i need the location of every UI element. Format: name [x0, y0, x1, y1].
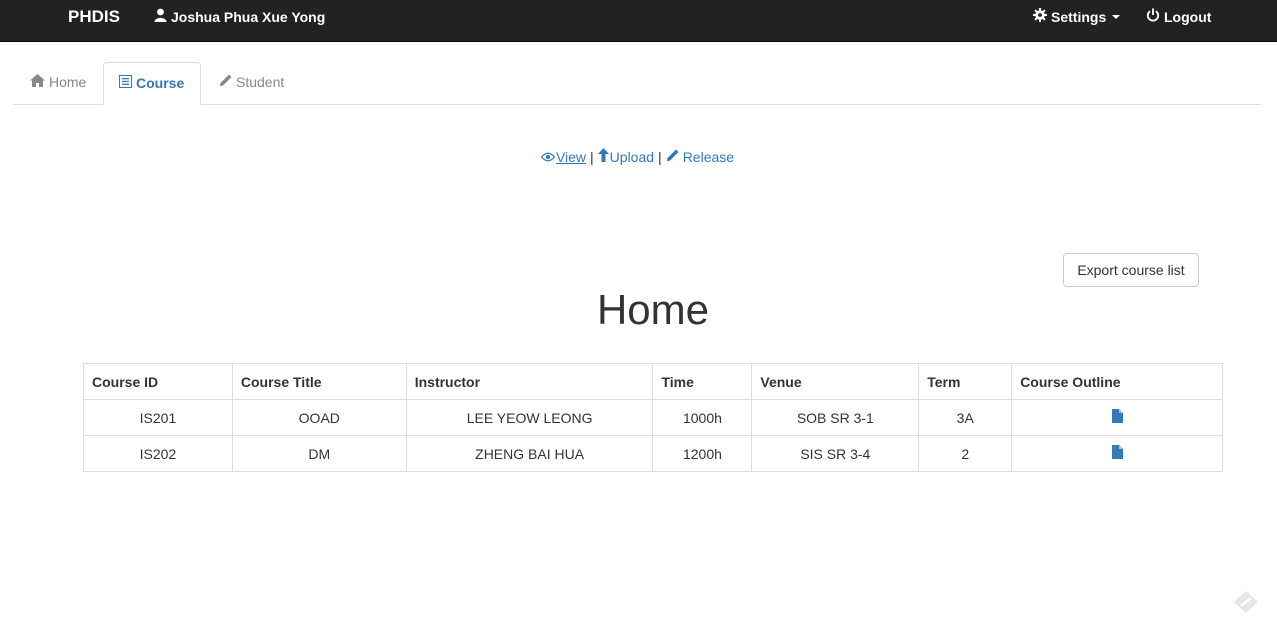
cell-course-outline [1011, 399, 1223, 436]
table-row: IS201 OOAD LEE YEOW LEONG 1000h SOB SR 3… [83, 399, 1223, 436]
header-term: Term [918, 363, 1013, 400]
logout-label: Logout [1164, 9, 1212, 25]
separator: | [658, 148, 662, 165]
pencil-icon [666, 149, 679, 165]
header-course-outline: Course Outline [1011, 363, 1223, 400]
caret-down-icon [1112, 15, 1121, 19]
power-icon [1146, 0, 1160, 34]
table-row: IS202 DM ZHENG BAI HUA 1200h SIS SR 3-4 … [83, 435, 1223, 472]
user-profile-link[interactable]: Joshua Phua Xue Yong [154, 0, 325, 34]
cell-time: 1000h [652, 399, 753, 436]
header-venue: Venue [751, 363, 920, 400]
user-name: Joshua Phua Xue Yong [171, 9, 326, 25]
cell-venue: SIS SR 3-4 [751, 435, 920, 472]
file-icon[interactable] [1111, 445, 1123, 462]
tab-home[interactable]: Home [15, 62, 101, 103]
view-label: View [555, 148, 587, 165]
cell-term: 2 [918, 435, 1013, 472]
brand-link[interactable]: PHDIS [68, 0, 120, 34]
cell-course-outline [1011, 435, 1223, 472]
cell-course-id: IS202 [83, 435, 233, 472]
tab-course[interactable]: Course [103, 62, 201, 105]
gear-icon [1033, 0, 1047, 34]
tab-student-label: Student [236, 74, 285, 90]
settings-dropdown[interactable]: Settings [1033, 0, 1121, 34]
header-course-id: Course ID [83, 363, 233, 400]
logout-link[interactable]: Logout [1146, 0, 1211, 34]
pencil-icon [219, 62, 232, 103]
top-navbar: PHDIS Joshua Phua Xue Yong Settings Logo… [0, 0, 1277, 42]
arrow-up-icon [597, 148, 609, 165]
main-tabs: Home Course Student [13, 62, 1261, 105]
cell-course-title: OOAD [231, 399, 407, 436]
export-course-list-button[interactable]: Export course list [1063, 253, 1199, 287]
cell-course-title: DM [231, 435, 407, 472]
table-header-row: Course ID Course Title Instructor Time V… [83, 363, 1223, 400]
course-table: Course ID Course Title Instructor Time V… [83, 363, 1223, 472]
upload-label: Upload [609, 148, 655, 165]
cell-venue: SOB SR 3-1 [751, 399, 920, 436]
header-time: Time [652, 363, 753, 400]
cell-time: 1200h [652, 435, 753, 472]
cell-term: 3A [918, 399, 1013, 436]
cell-instructor: LEE YEOW LEONG [405, 399, 654, 436]
course-subnav: View | Upload | Release [0, 148, 1277, 165]
watermark-logo-icon [1233, 590, 1259, 617]
release-link[interactable]: Release [666, 149, 734, 165]
release-label: Release [682, 148, 735, 165]
cell-course-id: IS201 [83, 399, 233, 436]
list-icon [119, 63, 132, 104]
header-course-title: Course Title [231, 363, 407, 400]
cell-instructor: ZHENG BAI HUA [405, 435, 654, 472]
upload-link[interactable]: Upload [597, 148, 655, 165]
settings-label: Settings [1051, 9, 1107, 25]
separator: | [590, 148, 594, 165]
page-title: Home [596, 286, 710, 333]
file-icon[interactable] [1111, 409, 1123, 426]
tab-home-label: Home [49, 74, 87, 90]
header-instructor: Instructor [405, 363, 654, 400]
view-link[interactable]: View [540, 148, 587, 165]
user-icon [154, 0, 167, 34]
home-icon [30, 62, 45, 103]
tab-course-label: Course [136, 75, 185, 91]
tab-student[interactable]: Student [204, 62, 299, 103]
eye-icon [540, 149, 556, 165]
